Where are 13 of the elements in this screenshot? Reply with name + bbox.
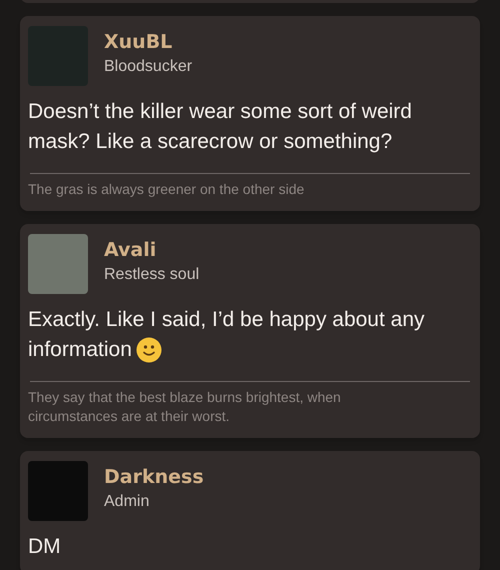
username[interactable]: XuuBL [104, 29, 192, 55]
signature: They say that the best blaze burns brightest, when circumstances are at their worst. [28, 388, 342, 426]
post-body: Exactly. Like I said, I’d be happy about any information [28, 305, 472, 365]
signature: The gras is always greener on the other side [28, 180, 306, 199]
username[interactable]: Darkness [104, 464, 204, 490]
user-rank: Admin [104, 492, 150, 512]
avatar-photo [28, 461, 88, 521]
post-body: Doesn’t the killer wear some sort of weird mask? Like a scarecrow or something? [28, 99, 413, 155]
username[interactable]: Avali [104, 237, 200, 263]
post-body: DM [28, 534, 62, 560]
user-rank: Restless soul [104, 265, 200, 285]
avatar-photo [28, 234, 88, 294]
user-rank: Bloodsucker [104, 57, 192, 77]
